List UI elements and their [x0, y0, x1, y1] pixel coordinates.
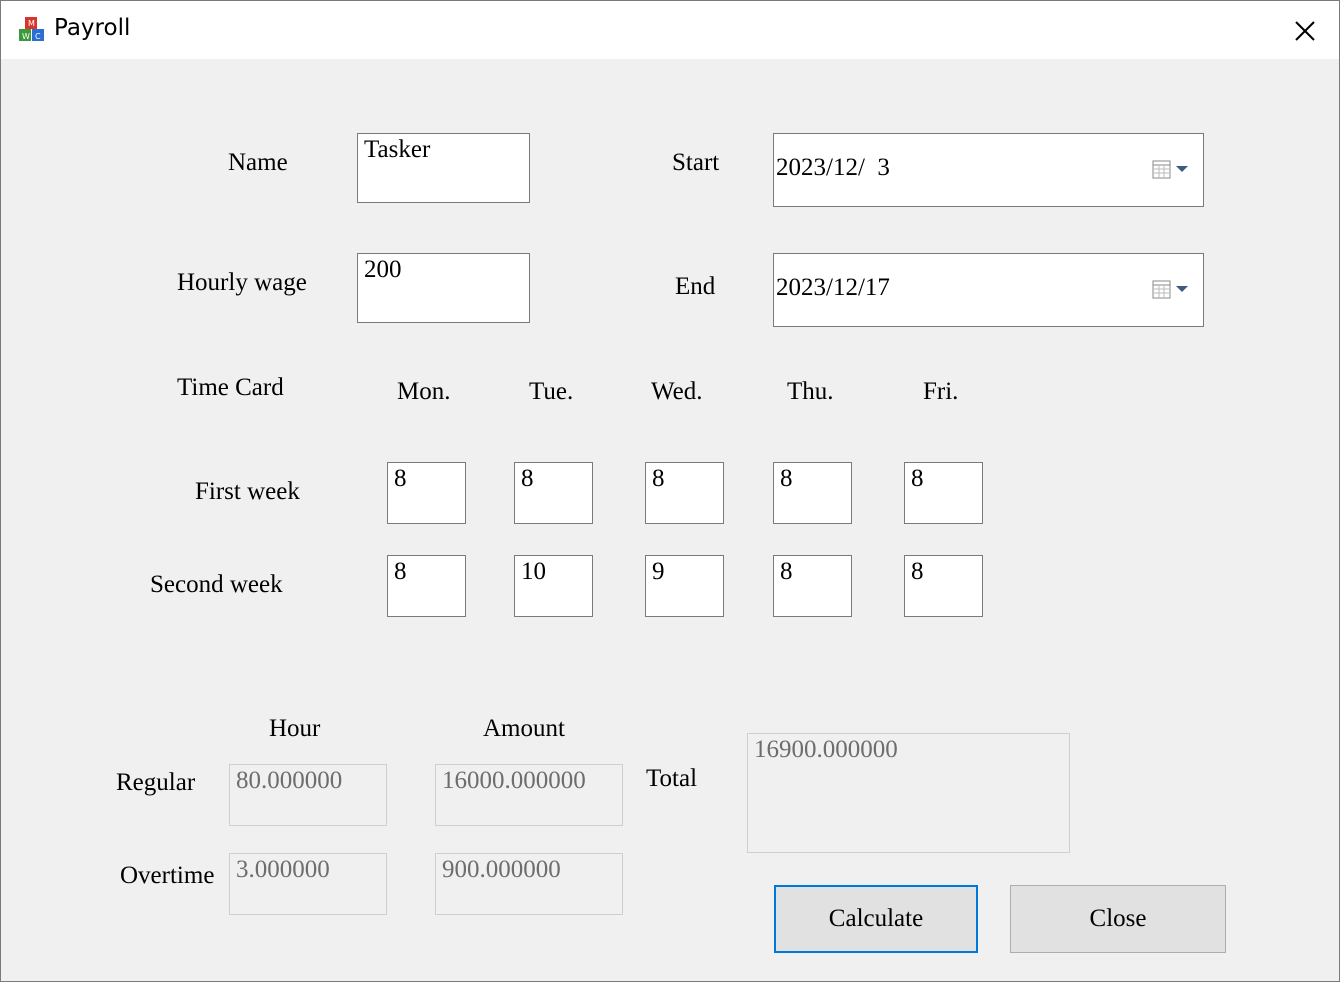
- close-button[interactable]: Close: [1010, 885, 1226, 953]
- regular-hours-field: 80.000000: [229, 764, 387, 826]
- total-label: Total: [646, 765, 698, 792]
- window-title: Payroll: [54, 15, 131, 41]
- hours-week1-mon[interactable]: 8: [387, 462, 466, 524]
- end-label: End: [675, 273, 716, 300]
- second-week-label: Second week: [150, 571, 283, 598]
- hourly-wage-field[interactable]: 200: [357, 253, 530, 323]
- hours-week1-fri[interactable]: 8: [904, 462, 983, 524]
- start-date-value: 2023/12/ 3: [776, 154, 890, 181]
- hours-week2-tue[interactable]: 10: [514, 555, 593, 617]
- hourly-wage-label: Hourly wage: [177, 269, 307, 296]
- svg-text:C: C: [35, 32, 41, 41]
- svg-text:M: M: [28, 19, 35, 28]
- regular-label: Regular: [116, 769, 196, 796]
- regular-amount-field: 16000.000000: [435, 764, 623, 826]
- name-label: Name: [228, 149, 288, 176]
- hours-week2-wed[interactable]: 9: [645, 555, 724, 617]
- overtime-label: Overtime: [120, 862, 215, 889]
- hours-week2-thu[interactable]: 8: [773, 555, 852, 617]
- calendar-dropdown-icon[interactable]: [1152, 160, 1194, 180]
- first-week-label: First week: [195, 478, 300, 505]
- hours-week1-thu[interactable]: 8: [773, 462, 852, 524]
- overtime-hours-field: 3.000000: [229, 853, 387, 915]
- overtime-amount-field: 900.000000: [435, 853, 623, 915]
- payroll-window: W C M Payroll Name Tasker Hourly wage 20…: [0, 0, 1340, 982]
- hours-week2-mon[interactable]: 8: [387, 555, 466, 617]
- day-header-wed: Wed.: [651, 378, 703, 405]
- end-date-picker[interactable]: 2023/12/17: [773, 253, 1204, 327]
- day-header-tue: Tue.: [529, 378, 574, 405]
- end-date-value: 2023/12/17: [776, 274, 890, 301]
- name-field[interactable]: Tasker: [357, 133, 530, 203]
- start-label: Start: [672, 149, 720, 176]
- svg-text:W: W: [22, 32, 30, 41]
- hours-week1-wed[interactable]: 8: [645, 462, 724, 524]
- app-blocks-icon: W C M: [19, 17, 44, 41]
- start-date-picker[interactable]: 2023/12/ 3: [773, 133, 1204, 207]
- day-header-mon: Mon.: [397, 378, 451, 405]
- day-header-fri: Fri.: [923, 378, 959, 405]
- close-icon[interactable]: [1283, 9, 1327, 53]
- hours-week1-tue[interactable]: 8: [514, 462, 593, 524]
- calculate-button[interactable]: Calculate: [774, 885, 978, 953]
- day-header-thu: Thu.: [787, 378, 834, 405]
- calendar-dropdown-icon[interactable]: [1152, 280, 1194, 300]
- title-bar[interactable]: W C M Payroll: [1, 1, 1339, 59]
- total-field: 16900.000000: [747, 733, 1070, 853]
- time-card-label: Time Card: [177, 374, 284, 401]
- amount-header: Amount: [483, 715, 565, 742]
- hours-week2-fri[interactable]: 8: [904, 555, 983, 617]
- hour-header: Hour: [269, 715, 321, 742]
